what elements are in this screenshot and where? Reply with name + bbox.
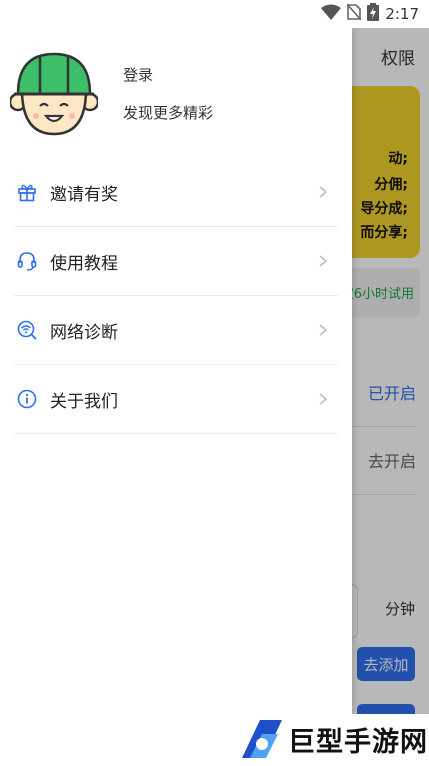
- login-link[interactable]: 登录: [123, 64, 153, 85]
- menu-item-tutorial[interactable]: 使用教程: [14, 227, 338, 296]
- menu-item-about[interactable]: 关于我们: [14, 365, 338, 434]
- wifi-icon: [321, 4, 342, 24]
- status-icons: 2:17: [321, 3, 419, 25]
- status-bar: 2:17: [0, 0, 429, 28]
- navigation-drawer: 登录 发现更多精彩 邀请有奖 使用教程 网络诊断 关于我们: [0, 28, 352, 714]
- wifi-search-icon: [16, 319, 38, 341]
- no-sim-icon: [346, 3, 362, 24]
- chevron-right-icon: [316, 253, 330, 267]
- menu-item-network-diagnosis[interactable]: 网络诊断: [14, 296, 338, 365]
- gift-icon: [16, 181, 38, 203]
- watermark-bar: 巨型手游网: [0, 714, 429, 764]
- battery-charging-icon: [367, 3, 380, 25]
- menu-label: 关于我们: [50, 391, 118, 412]
- info-icon: [16, 388, 38, 410]
- menu-label: 使用教程: [50, 253, 118, 274]
- menu-label: 网络诊断: [50, 322, 118, 343]
- watermark-text: 巨型手游网: [288, 727, 428, 758]
- headset-icon: [16, 250, 38, 272]
- menu-item-invite[interactable]: 邀请有奖: [14, 158, 338, 227]
- profile-header[interactable]: 登录 发现更多精彩: [0, 28, 352, 158]
- avatar[interactable]: [8, 50, 100, 136]
- status-time: 2:17: [385, 5, 419, 23]
- chevron-right-icon: [316, 322, 330, 336]
- chevron-right-icon: [316, 184, 330, 198]
- chevron-right-icon: [316, 391, 330, 405]
- tagline: 发现更多精彩: [123, 104, 214, 122]
- menu-label: 邀请有奖: [50, 184, 118, 205]
- site-logo-icon: [238, 716, 284, 762]
- drawer-menu: 邀请有奖 使用教程 网络诊断 关于我们: [0, 158, 352, 434]
